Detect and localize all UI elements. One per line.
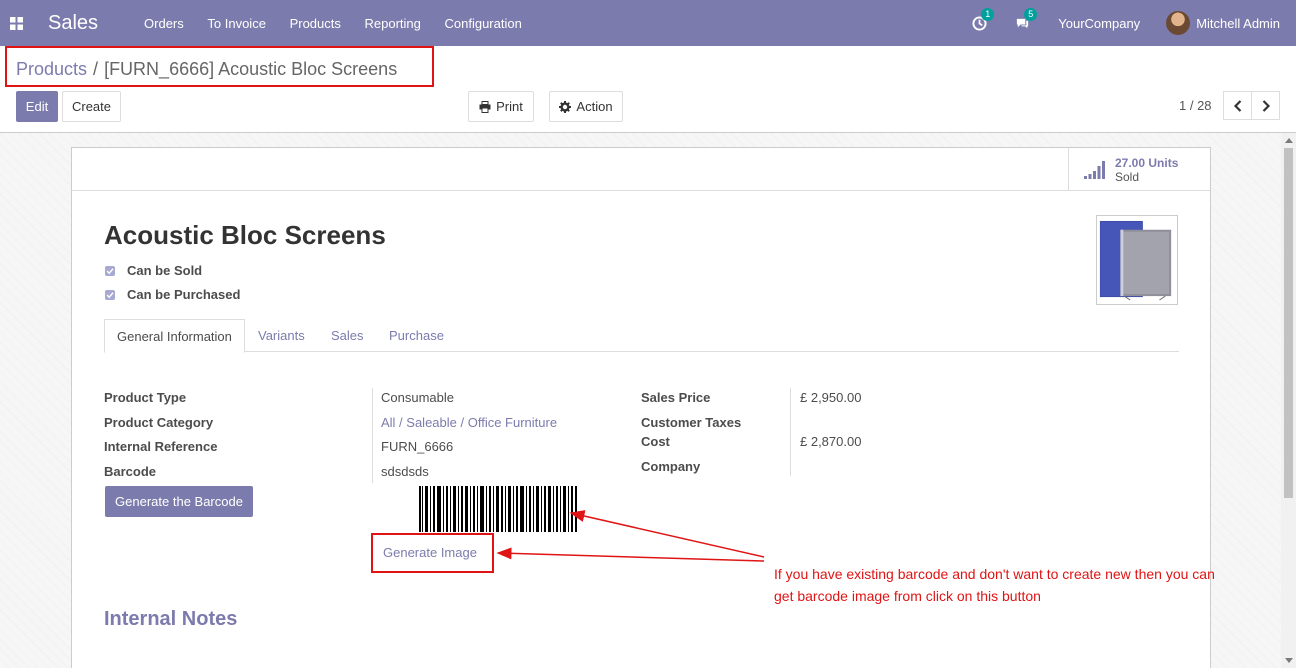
can-be-sold-label: Can be Sold xyxy=(127,263,203,278)
page-scrollbar[interactable] xyxy=(1281,133,1296,668)
product-type-label: Product Type xyxy=(104,390,187,405)
barcode-image xyxy=(419,486,577,532)
annotation-note: If you have existing barcode and don't w… xyxy=(774,566,1215,604)
pager-previous-button[interactable] xyxy=(1223,91,1252,120)
notebook-tabs: General Information Variants Sales Purch… xyxy=(104,319,1179,353)
activity-counter: 1 xyxy=(981,7,995,21)
cost-value[interactable]: £ 2,870.00 xyxy=(800,434,861,449)
checkmark-icon xyxy=(106,267,114,274)
menu-to-invoice[interactable]: To Invoice xyxy=(207,16,266,31)
tab-variants[interactable]: Variants xyxy=(258,319,305,352)
scroll-down-arrow[interactable] xyxy=(1285,658,1293,663)
product-category-value[interactable]: All / Saleable / Office Furniture xyxy=(381,415,557,430)
menu-reporting[interactable]: Reporting xyxy=(365,16,421,31)
tab-purchase[interactable]: Purchase xyxy=(389,319,444,352)
tab-general-information[interactable]: General Information xyxy=(104,319,245,353)
barcode-label: Barcode xyxy=(104,464,157,479)
menu-configuration[interactable]: Configuration xyxy=(445,16,522,31)
units-sold-label: Sold xyxy=(1115,169,1140,184)
highlight-box-generate-image xyxy=(371,533,494,573)
pager-value[interactable]: 1 / 28 xyxy=(1179,98,1212,113)
company-label: Company xyxy=(641,459,701,474)
action-label: Action xyxy=(576,99,613,114)
print-icon xyxy=(479,100,491,113)
can-be-purchased-label: Can be Purchased xyxy=(127,287,241,302)
top-navbar: Sales Orders To Invoice Products Reporti… xyxy=(0,0,1296,46)
scroll-thumb[interactable] xyxy=(1284,148,1293,498)
highlight-box-breadcrumb xyxy=(5,46,434,87)
activity-button[interactable]: 1 xyxy=(972,7,995,31)
internal-notes-title: Internal Notes xyxy=(104,608,238,630)
main-menu: Orders To Invoice Products Reporting Con… xyxy=(144,16,542,31)
app-name[interactable]: Sales xyxy=(48,12,98,35)
customer-taxes-label: Customer Taxes xyxy=(641,415,742,430)
internal-reference-value[interactable]: FURN_6666 xyxy=(381,439,453,454)
edit-button[interactable]: Edit xyxy=(16,91,58,122)
action-button[interactable]: Action xyxy=(549,91,623,122)
cost-label: Cost xyxy=(641,434,670,449)
units-sold-button[interactable]: 27.00 Units Sold xyxy=(1068,148,1210,191)
acoustic-screen-picture xyxy=(1099,220,1172,301)
pager-next-button[interactable] xyxy=(1251,91,1280,120)
tab-sales[interactable]: Sales xyxy=(331,319,364,352)
product-type-value[interactable]: Consumable xyxy=(381,390,454,405)
can-be-sold-row: Can be Sold xyxy=(105,263,202,278)
print-button[interactable]: Print xyxy=(468,91,534,122)
messaging-button[interactable]: 5 xyxy=(1015,7,1038,31)
can-be-purchased-row: Can be Purchased xyxy=(105,287,240,302)
can-be-sold-checkbox[interactable] xyxy=(105,265,115,276)
smart-button-box: 27.00 Units Sold xyxy=(72,148,1210,191)
product-image[interactable] xyxy=(1096,215,1178,305)
gear-icon xyxy=(559,100,572,113)
print-label: Print xyxy=(496,99,523,114)
company-switcher[interactable]: YourCompany xyxy=(1058,16,1140,31)
internal-reference-label: Internal Reference xyxy=(104,439,218,454)
menu-products[interactable]: Products xyxy=(290,16,341,31)
field-separator-right xyxy=(790,388,791,476)
sales-price-value[interactable]: £ 2,950.00 xyxy=(800,390,861,405)
systray: 1 5 YourCompany Mitchell Admin xyxy=(972,0,1296,46)
signal-bars-icon xyxy=(1084,160,1105,179)
message-counter: 5 xyxy=(1024,7,1038,21)
product-category-label: Product Category xyxy=(104,415,214,430)
create-button[interactable]: Create xyxy=(62,91,121,122)
sales-price-label: Sales Price xyxy=(641,390,711,405)
apps-menu-icon[interactable] xyxy=(0,0,32,46)
units-sold-value: 27.00 Units xyxy=(1115,155,1179,170)
field-separator-left xyxy=(372,388,373,483)
user-menu[interactable]: Mitchell Admin xyxy=(1196,16,1280,31)
chevron-left-icon xyxy=(1233,99,1241,112)
generate-barcode-button[interactable]: Generate the Barcode xyxy=(105,486,253,517)
chevron-right-icon xyxy=(1262,99,1270,112)
product-name[interactable]: Acoustic Bloc Screens xyxy=(104,220,386,251)
barcode-value[interactable]: sdsdsds xyxy=(381,464,429,479)
scroll-up-arrow[interactable] xyxy=(1285,138,1293,143)
user-avatar[interactable] xyxy=(1166,11,1191,35)
menu-orders[interactable]: Orders xyxy=(144,16,184,31)
can-be-purchased-checkbox[interactable] xyxy=(105,289,115,300)
checkmark-icon xyxy=(106,291,114,298)
